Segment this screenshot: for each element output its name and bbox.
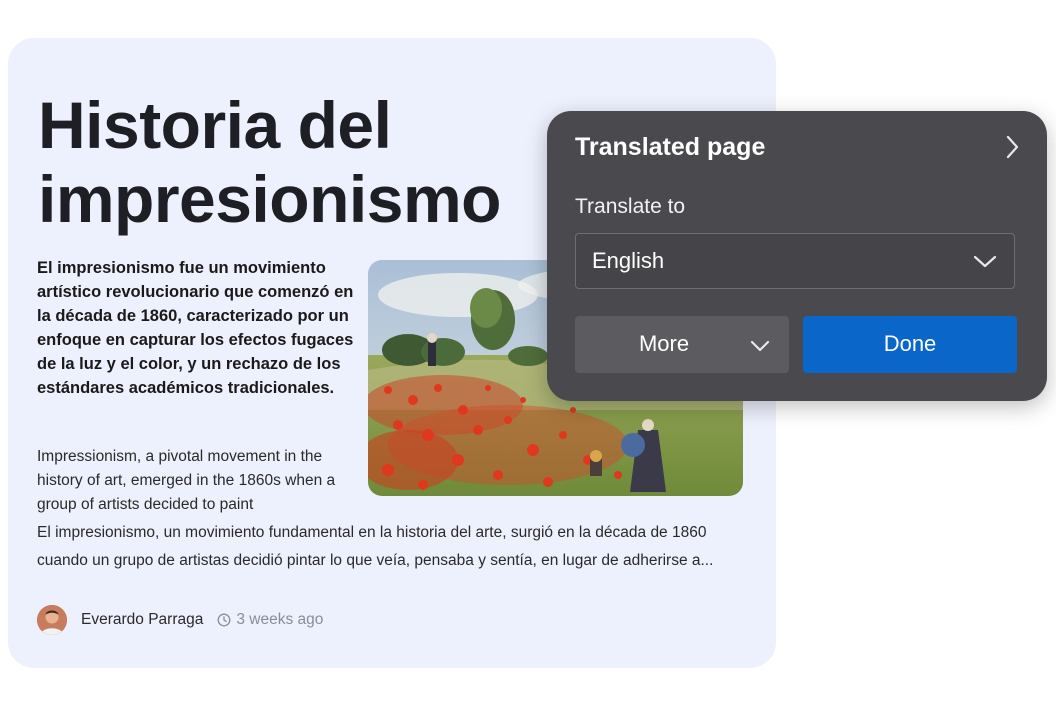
done-button-label: Done [883, 331, 937, 356]
chevron-right-icon[interactable] [1001, 133, 1023, 161]
translate-panel: Translated page Translate to English Mor… [547, 111, 1047, 401]
article-english-text: Impressionism, a pivotal movement in the… [37, 448, 336, 513]
clock-icon [217, 613, 231, 627]
article-spanish-text: El impresionismo, un movimiento fundamen… [37, 524, 714, 569]
chevron-down-icon [973, 255, 997, 268]
article-lead: El impresionismo fue un movimiento artís… [37, 259, 354, 397]
article-title: Historia del impresionismo [38, 88, 501, 236]
done-button[interactable]: Done [803, 316, 1017, 373]
chevron-down-icon [750, 340, 770, 352]
more-button-label: More [638, 331, 690, 356]
author-name[interactable]: Everardo Parraga [81, 611, 203, 629]
avatar-icon [37, 605, 67, 635]
post-time: 3 weeks ago [236, 611, 324, 628]
translate-to-label: Translate to [575, 195, 686, 218]
language-select-value: English [592, 248, 665, 273]
panel-title: Translated page [575, 133, 766, 161]
more-button[interactable]: More [575, 316, 789, 373]
author-row: Everardo Parraga 3 weeks ago [37, 604, 323, 636]
language-select[interactable]: English [575, 233, 1015, 289]
avatar[interactable] [37, 605, 67, 635]
